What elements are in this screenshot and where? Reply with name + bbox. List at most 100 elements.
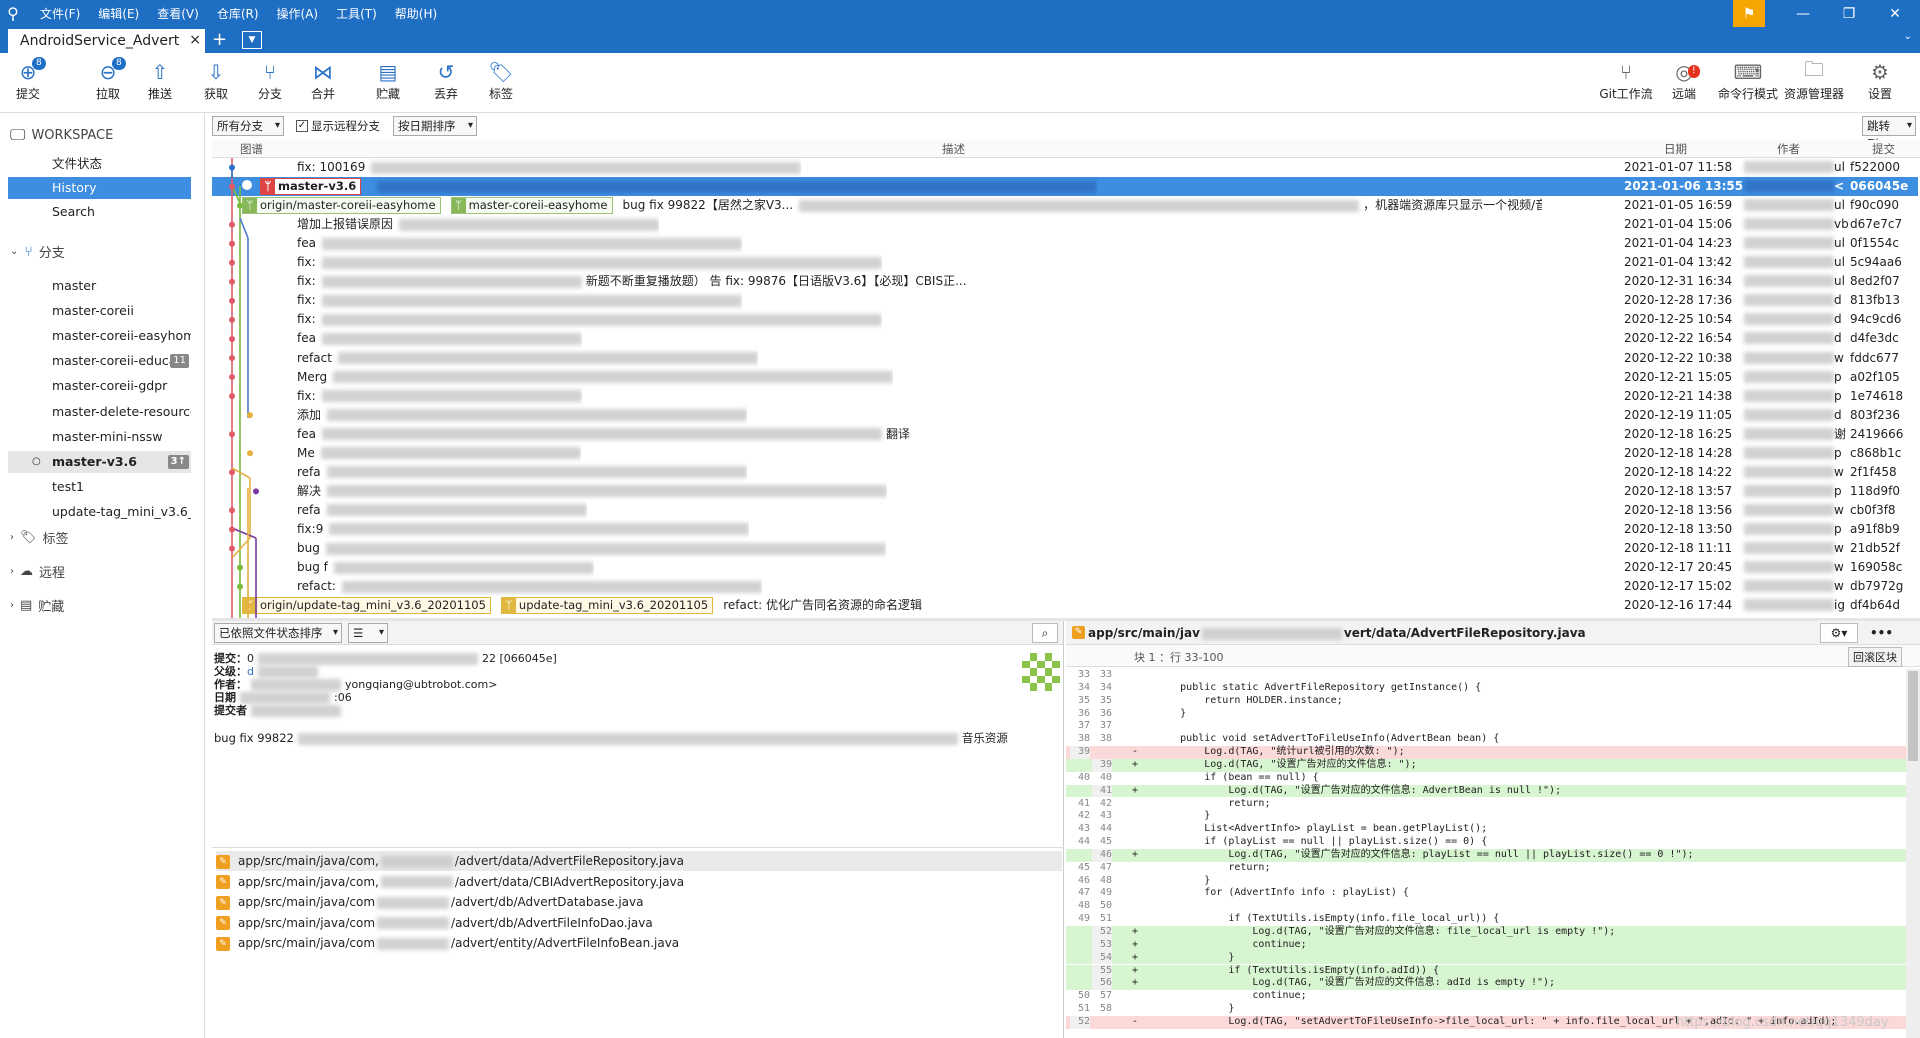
commit-row[interactable]: fix: 2020-12-28 17:36 d 813fb13: [212, 291, 1918, 310]
commit-node-icon[interactable]: [247, 450, 253, 457]
commit-node-icon[interactable]: [237, 583, 243, 590]
parent-value[interactable]: d: [247, 665, 254, 678]
tab-dropdown-icon[interactable]: ▼: [242, 31, 262, 49]
col-author[interactable]: 作者: [1777, 141, 1800, 157]
commit-row[interactable]: fix: 新题不断重复播放题） 告 fix: 99876【日语版V3.6】【必现】…: [212, 272, 1918, 291]
commit-node-icon[interactable]: [229, 374, 235, 381]
sidebar-item-branch[interactable]: master-coreii: [8, 300, 191, 322]
settings-button[interactable]: ⚙ 设置: [1852, 59, 1908, 102]
commit-node-icon[interactable]: [229, 431, 235, 438]
commit-row[interactable]: ᛘ origin/master-coreii-easyhome ᛘ master-co…: [212, 196, 1918, 215]
git-flow-button[interactable]: ⑂ Git工作流: [1598, 59, 1654, 102]
commit-row[interactable]: refa 2020-12-18 14:22 w 2f1f458: [212, 463, 1918, 482]
changed-file-item[interactable]: ✎ app/src/main/java/com, /advert/data/CBIA…: [216, 872, 1062, 892]
branches-header[interactable]: ⌄ ⑂ 分支: [10, 242, 65, 262]
branch-filter-select[interactable]: 所有分支: [212, 116, 284, 136]
col-date[interactable]: 日期: [1664, 141, 1687, 157]
commit-button[interactable]: ⊕ 8 提交: [0, 57, 56, 102]
commit-row[interactable]: fix: 100169 2021-01-07 11:58 ul f522000: [212, 158, 1918, 177]
stash-button[interactable]: ▤ 贮藏: [360, 59, 416, 102]
chevron-down-icon[interactable]: ⌄: [10, 246, 18, 257]
commit-row[interactable]: ᛘ master-v3.6 2021-01-06 13:55 <066045e: [212, 177, 1918, 197]
maximize-icon[interactable]: ❐: [1826, 0, 1872, 27]
branch-tag[interactable]: ᛘorigin/update-tag_mini_v3.6_20201105: [242, 597, 491, 615]
sidebar-item-search[interactable]: Search: [8, 201, 191, 223]
close-window-icon[interactable]: ✕: [1872, 0, 1918, 27]
sidebar-item-branch[interactable]: master-coreii-gdpr: [8, 375, 191, 397]
commit-row[interactable]: fea 2021-01-04 14:23 ul 0f1554c: [212, 234, 1918, 253]
branch-tag[interactable]: ᛘ master-v3.6: [260, 178, 362, 196]
commit-node-icon[interactable]: [229, 316, 235, 323]
changed-file-item[interactable]: ✎ app/src/main/java/com, /advert/data/Adve…: [216, 851, 1062, 871]
terminal-button[interactable]: ⌨ 命令行模式: [1718, 59, 1778, 102]
col-description[interactable]: 描述: [942, 141, 965, 157]
changed-file-item[interactable]: ✎ app/src/main/java/com/advert/db/AdvertD…: [216, 892, 1062, 912]
commit-node-icon[interactable]: [229, 507, 235, 514]
commit-node-icon[interactable]: [237, 564, 243, 571]
jump-to-button[interactable]: 跳转到：: [1862, 116, 1916, 151]
chevron-right-icon[interactable]: ›: [10, 600, 14, 611]
branch-tag[interactable]: ᛘ master-coreii-easyhome: [450, 197, 613, 215]
sidebar-item-branch[interactable]: master-coreii-easyhome: [8, 325, 191, 347]
menu-item[interactable]: 操作(A): [277, 5, 319, 22]
commit-node-icon[interactable]: [229, 393, 235, 400]
push-button[interactable]: ⇧ 推送: [132, 59, 188, 102]
checkbox-checked-icon[interactable]: ✓: [296, 120, 308, 132]
commit-node-icon[interactable]: [229, 164, 235, 171]
menu-item[interactable]: 仓库(R): [217, 5, 259, 22]
search-icon[interactable]: ⌕: [1032, 623, 1058, 643]
commit-node-icon[interactable]: [229, 355, 235, 361]
stash-header[interactable]: › ▤ 贮藏: [10, 596, 64, 615]
merge-button[interactable]: ⋈ 合并: [295, 59, 351, 102]
pull-button[interactable]: ⊖ 8 拉取: [80, 57, 136, 102]
sort-select[interactable]: 按日期排序: [393, 116, 477, 136]
commit-row[interactable]: bug f 2020-12-17 20:45 w 169058c: [212, 558, 1918, 577]
close-tab-icon[interactable]: ×: [189, 32, 201, 48]
commit-node-icon[interactable]: [229, 335, 235, 342]
sidebar-item-branch[interactable]: master-mini-nssw: [8, 426, 191, 448]
menu-item[interactable]: 工具(T): [336, 5, 377, 22]
add-tab-icon[interactable]: +: [212, 29, 227, 50]
explorer-button[interactable]: 🗀 资源管理器: [1782, 57, 1846, 102]
commit-node-icon[interactable]: [229, 183, 235, 190]
diff-scrollbar[interactable]: [1906, 669, 1920, 1038]
commit-node-icon[interactable]: [237, 202, 243, 209]
commit-row[interactable]: refa 2020-12-18 13:56 w cb0f3f8: [212, 501, 1918, 520]
view-mode-select[interactable]: ☰: [348, 623, 388, 643]
commit-row[interactable]: refact 2020-12-22 10:38 w fddc677: [212, 349, 1918, 368]
remote-header[interactable]: › ☁ 远程: [10, 562, 65, 581]
tab-repository[interactable]: AndroidService_Advert ×: [8, 29, 205, 53]
branch-button[interactable]: ⑂ 分支: [242, 59, 298, 102]
commit-row[interactable]: Me 2020-12-18 14:28 p c868b1c: [212, 444, 1918, 463]
col-graph[interactable]: 图谱: [240, 141, 263, 157]
commit-node-icon[interactable]: [229, 297, 235, 304]
sidebar-item-branch[interactable]: test1: [8, 476, 191, 498]
commit-row[interactable]: fix: 2020-12-25 10:54 d 94c9cd6: [212, 310, 1918, 329]
commit-row[interactable]: fix: 2021-01-04 13:42 ul 5c94aa6: [212, 253, 1918, 272]
sidebar-item-history[interactable]: History: [8, 177, 191, 199]
commit-row[interactable]: refact: 2020-12-17 15:02 w db7972g: [212, 577, 1918, 596]
menu-item[interactable]: 查看(V): [157, 5, 199, 22]
commit-row[interactable]: fix: 2020-12-21 14:38 p 1e74618: [212, 387, 1918, 406]
show-remote-checkbox[interactable]: ✓ 显示远程分支: [296, 118, 380, 134]
sidebar-item-branch[interactable]: master-coreii-educati 11: [8, 350, 191, 372]
chevron-right-icon[interactable]: ›: [10, 532, 14, 543]
col-commit[interactable]: 提交: [1872, 141, 1895, 157]
changed-file-item[interactable]: ✎ app/src/main/java/com/advert/entity/Adv…: [216, 933, 1062, 953]
commit-row[interactable]: fix:9 2020-12-18 13:50 p a91f8b9: [212, 520, 1918, 539]
branch-tag[interactable]: ᛘ update-tag_mini_v3.6_20201105: [500, 597, 714, 615]
tags-header[interactable]: › 🏷 标签: [10, 528, 69, 547]
commit-row[interactable]: 增加上报错误原因 2021-01-04 15:06 vb d67e7c7: [212, 215, 1918, 234]
commit-row[interactable]: fea 2020-12-22 16:54 d d4fe3dc: [212, 329, 1918, 348]
sidebar-item-file-status[interactable]: 文件状态: [8, 153, 191, 175]
chevron-right-icon[interactable]: ›: [10, 566, 14, 577]
commit-node-icon[interactable]: [229, 259, 235, 266]
revert-hunk-button[interactable]: 回滚区块: [1848, 647, 1902, 667]
file-sort-select[interactable]: 已依照文件状态排序: [214, 623, 342, 643]
menu-item[interactable]: 文件(F): [40, 5, 80, 22]
commit-node-icon[interactable]: [229, 221, 235, 228]
commit-row[interactable]: 解决 2020-12-18 13:57 p 118d9f0: [212, 482, 1918, 501]
sidebar-item-branch[interactable]: master-delete-resource: [8, 401, 191, 423]
changed-file-item[interactable]: ✎ app/src/main/java/com/advert/db/AdvertF…: [216, 913, 1062, 933]
commit-row[interactable]: 添加 2020-12-19 11:05 d 803f236: [212, 406, 1918, 425]
